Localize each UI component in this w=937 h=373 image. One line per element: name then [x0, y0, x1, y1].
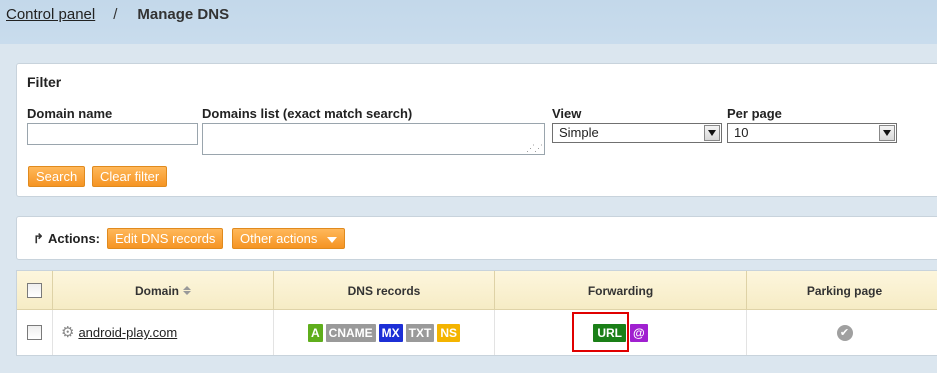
chevron-down-icon[interactable]	[704, 125, 720, 141]
column-header-domain-label: Domain	[134, 283, 179, 298]
edit-dns-records-label: Edit DNS records	[115, 231, 216, 246]
other-actions-button[interactable]: Other actions	[232, 228, 345, 249]
search-button[interactable]: Search	[28, 166, 86, 187]
filter-panel: Filter Domain name Domains list (exact m…	[16, 63, 937, 197]
actions-panel: ↱ Actions: Edit DNS records Other action…	[16, 216, 937, 260]
domain-name-input[interactable]	[27, 123, 198, 145]
caret-down-icon	[326, 236, 337, 243]
table-header: Domain DNS records Forwarding Parking pa…	[17, 271, 937, 310]
actions-label: Actions:	[48, 231, 100, 246]
domain-name-label: Domain name	[27, 106, 113, 121]
breadcrumb-separator: /	[113, 6, 118, 23]
domains-list-textarea[interactable]: ⋰⋰	[202, 123, 545, 155]
check-circle-icon[interactable]: ✔	[836, 324, 853, 341]
column-header-forwarding: Forwarding	[495, 271, 747, 310]
dns-tag-ns[interactable]: NS	[437, 323, 460, 342]
page-title: Manage DNS	[137, 6, 230, 23]
row-checkbox[interactable]	[27, 325, 42, 340]
select-all-checkbox[interactable]	[27, 283, 42, 298]
edit-dns-records-button[interactable]: Edit DNS records	[107, 228, 224, 249]
select-all-cell	[17, 271, 53, 310]
breadcrumb-control-panel[interactable]: Control panel	[6, 6, 95, 24]
top-bar: Control panel / Manage DNS	[0, 0, 937, 44]
view-select[interactable]: Simple	[552, 123, 722, 143]
domain-link[interactable]: android-play.com	[78, 325, 177, 340]
filter-title: Filter	[27, 74, 62, 90]
row-select-cell	[17, 310, 53, 355]
resize-grip-icon[interactable]: ⋰⋰	[526, 144, 543, 153]
per-page-select[interactable]: 10	[727, 123, 897, 143]
dns-records-cell: A CNAME MX TXT NS	[274, 310, 495, 355]
view-label: View	[552, 106, 582, 121]
clear-filter-button[interactable]: Clear filter	[92, 166, 168, 187]
domain-cell: ⚙ android-play.com	[53, 310, 274, 355]
parking-page-cell: ✔	[747, 310, 937, 355]
gear-icon[interactable]: ⚙	[61, 325, 74, 340]
chevron-down-icon[interactable]	[879, 125, 895, 141]
per-page-label: Per page	[727, 106, 782, 121]
dns-tag-a[interactable]: A	[307, 323, 323, 342]
share-arrow-icon: ↱	[33, 231, 44, 246]
forwarding-tag-at[interactable]: @	[629, 323, 648, 342]
dns-tag-txt[interactable]: TXT	[405, 323, 435, 342]
dns-tag-cname[interactable]: CNAME	[325, 323, 376, 342]
sort-icon[interactable]	[183, 286, 191, 295]
column-header-parking-page: Parking page	[806, 283, 883, 298]
view-select-value: Simple	[559, 125, 599, 140]
domains-list-label: Domains list (exact match search)	[202, 106, 413, 121]
column-header-dns-records: DNS records	[274, 271, 495, 310]
other-actions-label: Other actions	[240, 231, 318, 246]
forwarding-url-highlight	[572, 312, 629, 352]
column-header-domain[interactable]: Domain	[53, 271, 274, 310]
per-page-select-value: 10	[734, 125, 749, 140]
domains-table: Domain DNS records Forwarding Parking pa…	[16, 270, 937, 356]
breadcrumb: Control panel / Manage DNS	[6, 6, 229, 24]
dns-tag-mx[interactable]: MX	[378, 323, 403, 342]
